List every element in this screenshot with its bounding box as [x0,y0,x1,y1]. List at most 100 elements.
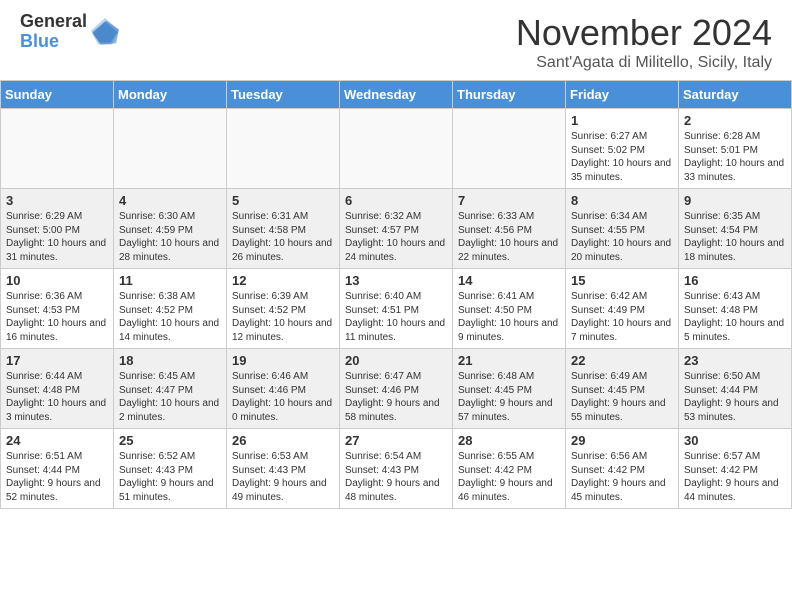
day-number: 18 [119,353,221,368]
day-info: Sunrise: 6:40 AMSunset: 4:51 PMDaylight:… [345,290,447,344]
day-number: 7 [458,193,560,208]
calendar-cell: 2 Sunrise: 6:28 AMSunset: 5:01 PMDaylight… [679,109,792,189]
calendar-cell: 21 Sunrise: 6:48 AMSunset: 4:45 PMDayligh… [453,349,566,429]
day-number: 1 [571,113,673,128]
day-number: 6 [345,193,447,208]
day-number: 16 [684,273,786,288]
calendar-cell: 29Sunrise: 6:56 AMSunset: 4:42 PMDayligh… [566,429,679,509]
calendar-header-row: SundayMondayTuesdayWednesdayThursdayFrid… [1,81,792,109]
day-info: Sunrise: 6:36 AMSunset: 4:53 PMDaylight:… [6,290,108,344]
day-number: 25 [119,433,221,448]
day-info: Sunrise: 6:46 AMSunset: 4:46 PMDaylight:… [232,370,334,424]
day-number: 24 [6,433,108,448]
calendar-cell: 14 Sunrise: 6:41 AMSunset: 4:50 PMDayligh… [453,269,566,349]
day-number: 29 [571,433,673,448]
calendar-table: SundayMondayTuesdayWednesdayThursdayFrid… [0,80,792,509]
day-info: Sunrise: 6:33 AMSunset: 4:56 PMDaylight:… [458,210,560,264]
location: Sant'Agata di Militello, Sicily, Italy [516,54,772,72]
day-info: Sunrise: 6:28 AMSunset: 5:01 PMDaylight:… [684,130,786,184]
day-info: Sunrise: 6:44 AMSunset: 4:48 PMDaylight:… [6,370,108,424]
calendar-cell: 20Sunrise: 6:47 AMSunset: 4:46 PMDayligh… [340,349,453,429]
calendar-cell: 1 Sunrise: 6:27 AMSunset: 5:02 PMDaylight… [566,109,679,189]
day-number: 22 [571,353,673,368]
day-number: 15 [571,273,673,288]
day-info: Sunrise: 6:41 AMSunset: 4:50 PMDaylight:… [458,290,560,344]
calendar-cell: 12 Sunrise: 6:39 AMSunset: 4:52 PMDayligh… [227,269,340,349]
calendar-cell: 16 Sunrise: 6:43 AMSunset: 4:48 PMDayligh… [679,269,792,349]
day-number: 5 [232,193,334,208]
day-number: 9 [684,193,786,208]
day-number: 2 [684,113,786,128]
day-info: Sunrise: 6:34 AMSunset: 4:55 PMDaylight:… [571,210,673,264]
day-number: 14 [458,273,560,288]
day-info: Sunrise: 6:48 AMSunset: 4:45 PMDaylight:… [458,370,560,424]
calendar-cell: 3 Sunrise: 6:29 AMSunset: 5:00 PMDaylight… [1,189,114,269]
calendar-cell [114,109,227,189]
day-number: 3 [6,193,108,208]
calendar-cell: 15 Sunrise: 6:42 AMSunset: 4:49 PMDayligh… [566,269,679,349]
calendar-cell: 23 Sunrise: 6:50 AMSunset: 4:44 PMDayligh… [679,349,792,429]
day-info: Sunrise: 6:53 AMSunset: 4:43 PMDaylight:… [232,450,334,504]
day-number: 26 [232,433,334,448]
calendar-body: 1 Sunrise: 6:27 AMSunset: 5:02 PMDaylight… [1,109,792,509]
day-info: Sunrise: 6:35 AMSunset: 4:54 PMDaylight:… [684,210,786,264]
day-number: 21 [458,353,560,368]
day-info: Sunrise: 6:39 AMSunset: 4:52 PMDaylight:… [232,290,334,344]
calendar-cell: 19 Sunrise: 6:46 AMSunset: 4:46 PMDayligh… [227,349,340,429]
day-info: Sunrise: 6:38 AMSunset: 4:52 PMDaylight:… [119,290,221,344]
day-number: 17 [6,353,108,368]
day-info: Sunrise: 6:57 AMSunset: 4:42 PMDaylight:… [684,450,786,504]
calendar-header-tuesday: Tuesday [227,81,340,109]
day-info: Sunrise: 6:50 AMSunset: 4:44 PMDaylight:… [684,370,786,424]
day-number: 20 [345,353,447,368]
calendar-cell: 27 Sunrise: 6:54 AMSunset: 4:43 PMDayligh… [340,429,453,509]
calendar-week-2: 3 Sunrise: 6:29 AMSunset: 5:00 PMDaylight… [1,189,792,269]
day-info: Sunrise: 6:51 AMSunset: 4:44 PMDaylight:… [6,450,108,504]
calendar-cell: 5Sunrise: 6:31 AMSunset: 4:58 PMDaylight… [227,189,340,269]
calendar-cell: 24 Sunrise: 6:51 AMSunset: 4:44 PMDayligh… [1,429,114,509]
day-info: Sunrise: 6:49 AMSunset: 4:45 PMDaylight:… [571,370,673,424]
day-number: 13 [345,273,447,288]
day-info: Sunrise: 6:29 AMSunset: 5:00 PMDaylight:… [6,210,108,264]
calendar-week-3: 10 Sunrise: 6:36 AMSunset: 4:53 PMDayligh… [1,269,792,349]
calendar-header-saturday: Saturday [679,81,792,109]
month-title: November 2024 [516,12,772,54]
page-header: General Blue November 2024 Sant'Agata di… [0,0,792,80]
calendar-cell: 11 Sunrise: 6:38 AMSunset: 4:52 PMDayligh… [114,269,227,349]
calendar-header-wednesday: Wednesday [340,81,453,109]
calendar-week-4: 17 Sunrise: 6:44 AMSunset: 4:48 PMDayligh… [1,349,792,429]
day-number: 19 [232,353,334,368]
calendar-cell: 28Sunrise: 6:55 AMSunset: 4:42 PMDayligh… [453,429,566,509]
calendar-cell: 10 Sunrise: 6:36 AMSunset: 4:53 PMDayligh… [1,269,114,349]
calendar-week-5: 24 Sunrise: 6:51 AMSunset: 4:44 PMDayligh… [1,429,792,509]
calendar-header-sunday: Sunday [1,81,114,109]
calendar-cell: 8 Sunrise: 6:34 AMSunset: 4:55 PMDaylight… [566,189,679,269]
calendar-cell [453,109,566,189]
day-number: 10 [6,273,108,288]
calendar-cell: 26 Sunrise: 6:53 AMSunset: 4:43 PMDayligh… [227,429,340,509]
calendar-cell: 7 Sunrise: 6:33 AMSunset: 4:56 PMDaylight… [453,189,566,269]
day-number: 27 [345,433,447,448]
title-block: November 2024 Sant'Agata di Militello, S… [516,12,772,72]
calendar-week-1: 1 Sunrise: 6:27 AMSunset: 5:02 PMDaylight… [1,109,792,189]
logo-general: General [20,12,87,32]
calendar-header-thursday: Thursday [453,81,566,109]
day-number: 8 [571,193,673,208]
day-info: Sunrise: 6:43 AMSunset: 4:48 PMDaylight:… [684,290,786,344]
day-number: 28 [458,433,560,448]
logo-icon [91,18,119,46]
day-info: Sunrise: 6:42 AMSunset: 4:49 PMDaylight:… [571,290,673,344]
day-info: Sunrise: 6:45 AMSunset: 4:47 PMDaylight:… [119,370,221,424]
day-info: Sunrise: 6:27 AMSunset: 5:02 PMDaylight:… [571,130,673,184]
calendar-cell: 25 Sunrise: 6:52 AMSunset: 4:43 PMDayligh… [114,429,227,509]
day-info: Sunrise: 6:54 AMSunset: 4:43 PMDaylight:… [345,450,447,504]
day-number: 23 [684,353,786,368]
calendar-cell [340,109,453,189]
calendar-cell: 4Sunrise: 6:30 AMSunset: 4:59 PMDaylight… [114,189,227,269]
calendar-cell: 18 Sunrise: 6:45 AMSunset: 4:47 PMDayligh… [114,349,227,429]
day-number: 12 [232,273,334,288]
day-number: 11 [119,273,221,288]
day-number: 4 [119,193,221,208]
day-info: Sunrise: 6:52 AMSunset: 4:43 PMDaylight:… [119,450,221,504]
logo-blue: Blue [20,32,87,52]
